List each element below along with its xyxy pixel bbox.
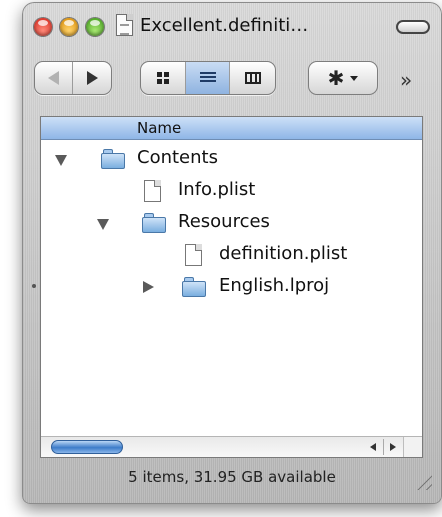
chevron-down-icon	[350, 75, 359, 81]
forward-arrow-icon	[86, 71, 98, 85]
file-list: Name Contents Info.plist Resources defin…	[40, 116, 423, 458]
folder-icon	[101, 149, 125, 169]
toolbar-toggle-button[interactable]	[396, 20, 430, 34]
close-button[interactable]	[34, 18, 52, 36]
list-item[interactable]: Resources	[41, 208, 422, 238]
toolbar-overflow-button[interactable]: »	[400, 68, 412, 92]
file-icon	[185, 244, 202, 266]
list-item[interactable]: Contents	[41, 144, 422, 174]
item-name: definition.plist	[219, 243, 348, 264]
icon-view-icon	[156, 72, 169, 84]
icon-view-button[interactable]	[141, 62, 186, 94]
name-column-label: Name	[137, 119, 182, 137]
list-item[interactable]: definition.plist	[41, 240, 422, 270]
list-view-button[interactable]	[185, 62, 231, 94]
back-button[interactable]	[35, 62, 73, 94]
scroll-left-arrow-icon	[370, 443, 376, 451]
scroll-right-button[interactable]	[383, 439, 402, 455]
list-item[interactable]: Info.plist	[41, 176, 422, 206]
window-title: Excellent.definiti…	[140, 15, 309, 36]
item-name: Contents	[137, 147, 218, 168]
list-item[interactable]: English.lproj	[41, 272, 422, 302]
status-text: 5 items, 31.95 GB available	[128, 468, 336, 486]
back-forward-control	[34, 61, 112, 95]
disclosure-expanded-icon[interactable]	[97, 219, 109, 230]
status-bar: 5 items, 31.95 GB available	[22, 464, 442, 494]
scroll-right-arrow-icon	[390, 443, 396, 451]
horizontal-scrollbar[interactable]	[41, 436, 422, 457]
folder-icon	[142, 213, 166, 233]
column-view-button[interactable]	[230, 62, 275, 94]
finder-window: Excellent.definiti… ✱ » Name Contents In…	[22, 2, 442, 504]
scrollbar-thumb[interactable]	[51, 440, 123, 454]
item-name: Resources	[178, 211, 270, 232]
document-proxy-icon[interactable]	[116, 14, 133, 36]
list-view-icon	[199, 72, 216, 84]
title-bar[interactable]: Excellent.definiti…	[22, 2, 442, 50]
forward-button[interactable]	[73, 62, 111, 94]
disclosure-expanded-icon[interactable]	[55, 155, 67, 166]
gear-icon: ✱	[327, 66, 345, 90]
item-name: Info.plist	[178, 179, 256, 200]
folder-icon	[182, 277, 206, 297]
resize-dot	[32, 284, 36, 288]
back-arrow-icon	[48, 71, 59, 85]
column-view-icon	[244, 72, 261, 84]
action-menu-button[interactable]: ✱	[308, 61, 378, 95]
scroll-corner	[403, 437, 422, 457]
name-column-header[interactable]: Name	[41, 117, 422, 140]
disclosure-collapsed-icon[interactable]	[143, 281, 154, 293]
scroll-left-button[interactable]	[364, 439, 382, 455]
minimize-button[interactable]	[60, 18, 78, 36]
view-mode-control	[140, 61, 276, 95]
item-name: English.lproj	[219, 275, 330, 296]
zoom-button[interactable]	[86, 18, 104, 36]
file-icon	[144, 180, 161, 202]
